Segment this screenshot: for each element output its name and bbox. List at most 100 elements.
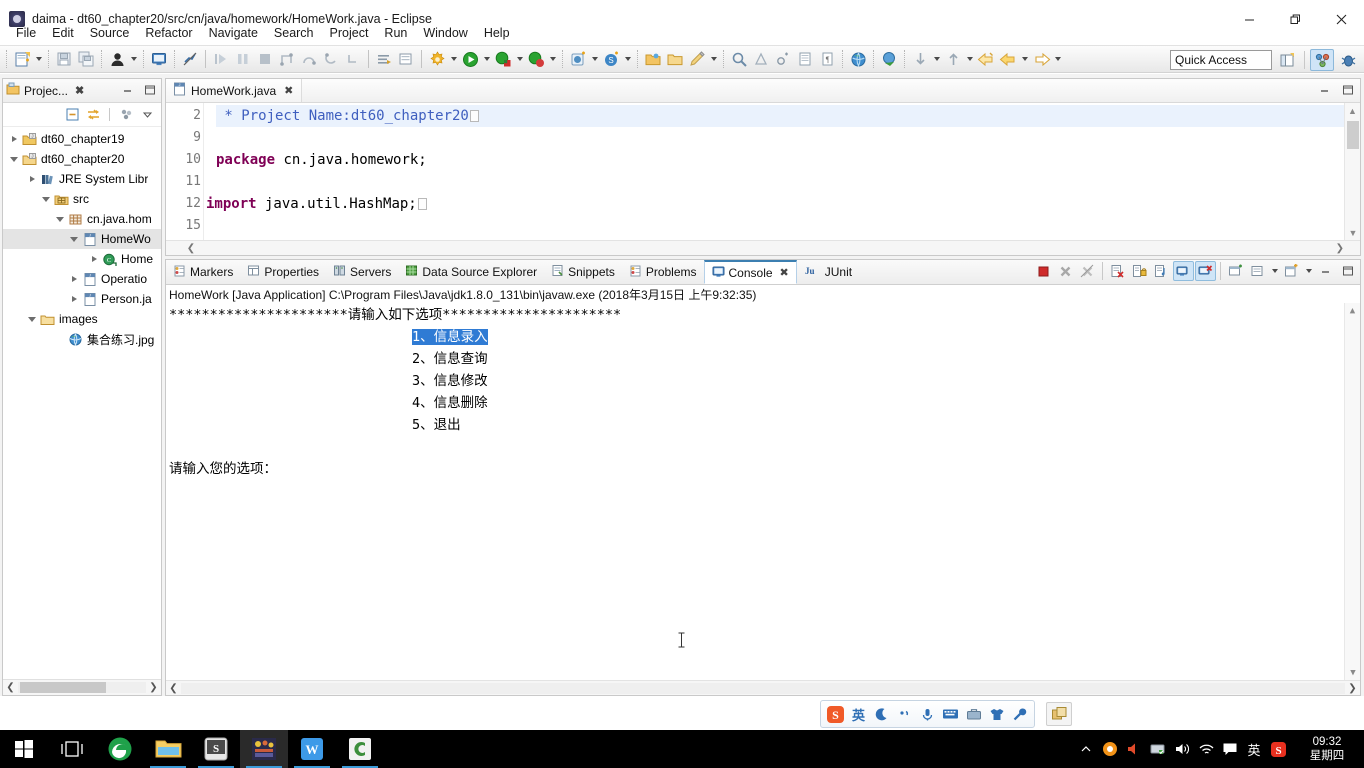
next-annotation-icon[interactable]	[794, 48, 816, 70]
last-dropdown-arrow[interactable]	[1052, 48, 1063, 70]
build-icon[interactable]	[426, 48, 448, 70]
code-line[interactable]	[216, 215, 1360, 237]
search-ref-icon[interactable]	[750, 48, 772, 70]
chevron-down-icon[interactable]	[39, 189, 53, 209]
code-text[interactable]: * Project Name:dt60_chapter20 package cn…	[204, 103, 1360, 240]
open-folder-icon[interactable]	[642, 48, 664, 70]
tab-servers[interactable]: Servers	[326, 260, 398, 284]
forward-icon[interactable]	[997, 48, 1019, 70]
tab-console[interactable]: Console ✖	[703, 260, 797, 284]
eclipse-app-icon[interactable]	[240, 730, 288, 768]
display-dropdown-arrow[interactable]	[1269, 260, 1280, 282]
code-line[interactable]: package cn.java.homework;	[216, 149, 1360, 171]
scroll-right-icon[interactable]: ❯	[1345, 681, 1360, 696]
person-dropdown-arrow[interactable]	[128, 48, 139, 70]
maximize-icon[interactable]	[1340, 82, 1356, 98]
tree-item-jre-system-library[interactable]: JRE System Libr	[3, 169, 161, 189]
menu-navigate[interactable]: Navigate	[201, 24, 266, 42]
speaker-icon[interactable]	[1170, 730, 1194, 768]
tree-item-dt60-chapter19[interactable]: J dt60_chapter19	[3, 129, 161, 149]
sogou-logo-icon[interactable]: S	[826, 704, 845, 724]
step-into-icon[interactable]	[276, 48, 298, 70]
java-search-icon[interactable]	[772, 48, 794, 70]
open-type-icon[interactable]	[395, 48, 417, 70]
punctuation-icon[interactable]	[895, 704, 914, 724]
editor-vscrollbar[interactable]: ▲ ▼	[1344, 103, 1360, 240]
taskbar-clock[interactable]: 09:32 星期四	[1290, 730, 1364, 768]
settings-wrench-icon[interactable]	[1010, 704, 1029, 724]
remove-launch-icon[interactable]	[1055, 261, 1076, 281]
display-selected-console-icon[interactable]	[1247, 261, 1268, 281]
collapsed-region-icon[interactable]	[469, 110, 479, 122]
chevron-right-icon[interactable]	[67, 289, 81, 309]
back-icon[interactable]	[975, 48, 997, 70]
scroll-down-icon[interactable]: ▼	[1345, 665, 1360, 680]
tab-snippets[interactable]: Snippets	[544, 260, 622, 284]
tree-item-homework-java[interactable]: J HomeWo	[3, 229, 161, 249]
moon-icon[interactable]	[872, 704, 891, 724]
windows-start-icon[interactable]	[0, 730, 48, 768]
scroll-right-icon[interactable]: ❯	[146, 680, 161, 695]
editor-body[interactable]: 2 9 10 11 12 15 * Project Name:dt60_chap…	[166, 103, 1360, 240]
ime-extra-icon[interactable]	[1046, 702, 1072, 726]
scroll-left-icon[interactable]: ❮	[166, 243, 216, 254]
hscroll-track[interactable]	[18, 682, 146, 693]
debug-dropdown-arrow[interactable]	[514, 48, 525, 70]
menu-file[interactable]: File	[8, 24, 44, 42]
scroll-right-icon[interactable]: ❯	[1336, 243, 1344, 254]
chevron-right-icon[interactable]	[25, 169, 39, 189]
tree-item-operation-java[interactable]: J Operatio	[3, 269, 161, 289]
skin-icon[interactable]	[987, 704, 1006, 724]
tree-item-images[interactable]: images	[3, 309, 161, 329]
console-output-line-selected[interactable]: 1、信息录入	[169, 326, 1360, 348]
tree-item-dt60-chapter20[interactable]: J dt60_chapter20	[3, 149, 161, 169]
external-tools-dropdown-arrow[interactable]	[589, 48, 600, 70]
menu-run[interactable]: Run	[376, 24, 415, 42]
coverage-dropdown-arrow[interactable]	[547, 48, 558, 70]
save-all-icon[interactable]	[75, 48, 97, 70]
sogou-tray-icon[interactable]: S	[1266, 730, 1290, 768]
chevron-down-icon[interactable]	[67, 229, 81, 249]
chevron-right-icon[interactable]	[67, 269, 81, 289]
tab-homework-java[interactable]: J HomeWork.java ✖	[166, 79, 303, 102]
chevron-down-icon[interactable]	[53, 209, 67, 229]
suspend-icon[interactable]	[232, 48, 254, 70]
collapsed-region-icon[interactable]	[417, 198, 427, 210]
tab-package-explorer[interactable]: Projec... ✖	[6, 82, 84, 99]
tree-item-src[interactable]: src	[3, 189, 161, 209]
tab-junit[interactable]: Ju JUnit	[797, 260, 859, 284]
maximize-icon[interactable]	[1337, 261, 1358, 281]
svn-dropdown-arrow[interactable]	[622, 48, 633, 70]
menu-search[interactable]: Search	[266, 24, 322, 42]
terminate-icon[interactable]	[1033, 261, 1054, 281]
minimize-icon[interactable]	[120, 82, 136, 98]
pencil-dropdown-arrow[interactable]	[708, 48, 719, 70]
hscroll-track[interactable]	[181, 682, 1345, 694]
close-icon[interactable]: ✖	[75, 84, 84, 97]
run-dropdown-arrow[interactable]	[481, 48, 492, 70]
edge-browser-icon[interactable]	[96, 730, 144, 768]
menu-project[interactable]: Project	[322, 24, 377, 42]
console-vscrollbar[interactable]: ▲ ▼	[1344, 303, 1360, 680]
tree-item-person-java[interactable]: J Person.ja	[3, 289, 161, 309]
resume-icon[interactable]	[210, 48, 232, 70]
word-wrap-icon[interactable]	[1151, 261, 1172, 281]
drop-to-frame-icon[interactable]	[342, 48, 364, 70]
view-menu-icon[interactable]	[118, 107, 134, 123]
scroll-down-icon[interactable]: ▼	[1345, 225, 1360, 240]
scroll-left-icon[interactable]: ❮	[3, 680, 18, 695]
open-console-icon[interactable]	[148, 48, 170, 70]
console-output[interactable]: **********************请输入如下选项***********…	[166, 303, 1360, 680]
chinese-english-toggle-icon[interactable]: 英	[849, 704, 868, 724]
sogou-app-icon[interactable]: S	[192, 730, 240, 768]
wifi-icon[interactable]	[1194, 730, 1218, 768]
toolbox-icon[interactable]	[964, 704, 983, 724]
javadoc-icon[interactable]	[878, 48, 900, 70]
link-with-editor-icon[interactable]	[85, 107, 101, 123]
minimize-icon[interactable]	[1317, 82, 1333, 98]
network-share-icon[interactable]	[1146, 730, 1170, 768]
person-icon[interactable]	[106, 48, 128, 70]
menu-edit[interactable]: Edit	[44, 24, 82, 42]
java-perspective-icon[interactable]	[1310, 49, 1334, 71]
toggle-annotation-icon[interactable]	[179, 48, 201, 70]
